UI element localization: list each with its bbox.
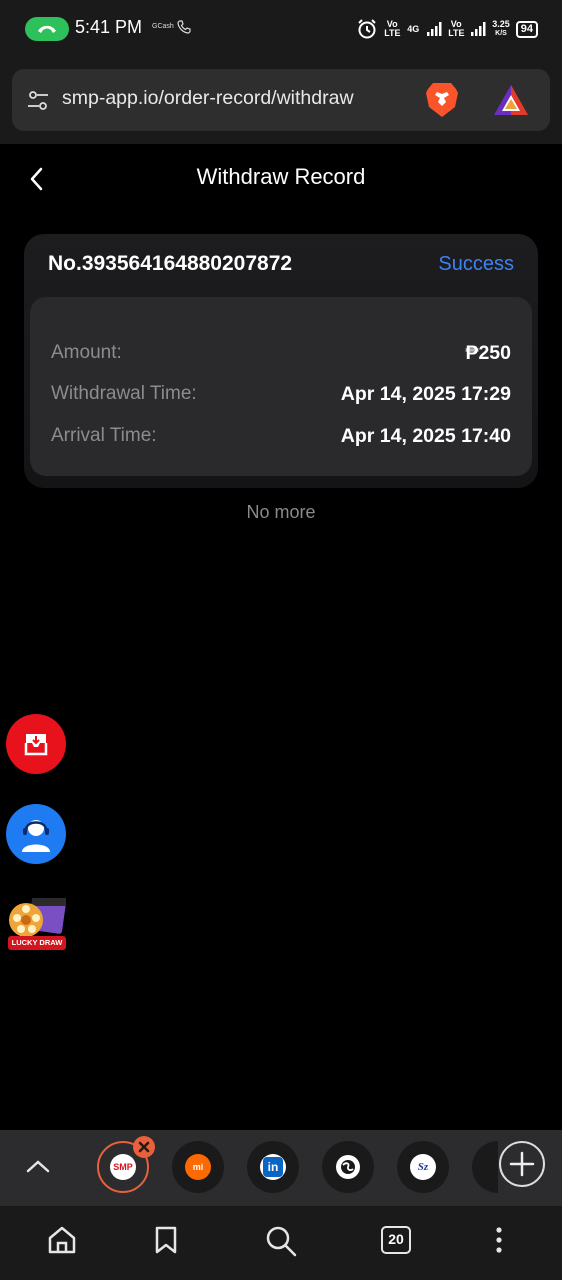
phone-icon — [177, 20, 191, 34]
withdraw-record-card[interactable]: No.393564164880207872 Success Amount: ₱2… — [24, 234, 538, 488]
lucky-draw-button[interactable]: LUCKY DRAW — [6, 896, 68, 954]
network-speed-unit: K/S — [495, 30, 507, 37]
phone-hangup-icon — [38, 25, 56, 33]
signal-icon-1 — [427, 22, 442, 36]
plus-icon — [509, 1151, 535, 1177]
alarm-icon — [358, 19, 376, 39]
withdrawal-time-label: Withdrawal Time: — [51, 383, 197, 404]
more-menu-icon[interactable] — [490, 1225, 508, 1255]
url-text[interactable]: smp-app.io/order-record/withdraw — [62, 87, 354, 110]
arrival-time-value: Apr 14, 2025 17:40 — [340, 425, 511, 447]
status-icons: Vo LTE 4G Vo LTE 3.25 K/S 94 — [356, 16, 538, 42]
close-tab-button[interactable] — [133, 1136, 155, 1158]
tab-count-button[interactable]: 20 — [381, 1226, 411, 1254]
status-badge: Success — [438, 253, 514, 275]
amount-label: Amount: — [51, 342, 122, 363]
customer-support-button[interactable] — [6, 804, 66, 864]
amount-row: Amount: ₱250 — [51, 342, 511, 372]
download-tray-icon — [24, 734, 48, 756]
ongoing-call-indicator[interactable] — [25, 17, 69, 41]
status-time: 5:41 PM — [75, 17, 143, 37]
list-end-text: No more — [246, 502, 316, 522]
close-icon — [138, 1141, 150, 1153]
order-number: No.393564164880207872 — [48, 252, 293, 275]
new-tab-button[interactable] — [499, 1141, 545, 1187]
chevron-up-icon[interactable] — [24, 1152, 52, 1180]
linkedin-logo-text: in — [263, 1157, 283, 1177]
download-app-button[interactable] — [6, 714, 66, 774]
site-settings-icon[interactable] — [26, 89, 50, 113]
network-4g-label: 4G — [407, 23, 420, 34]
globe-icon — [336, 1155, 360, 1179]
tab-thumb-partial[interactable] — [472, 1141, 498, 1193]
record-details: Amount: ₱250 Withdrawal Time: Apr 14, 20… — [30, 297, 532, 476]
arrival-time-label: Arrival Time: — [51, 425, 157, 446]
withdrawal-time-row: Withdrawal Time: Apr 14, 2025 17:29 — [51, 383, 511, 413]
status-bar: 5:41 PM GCash Vo LTE 4G Vo LTE 3.25 K/S … — [0, 0, 562, 58]
sz-logo-text: Sz — [417, 1161, 429, 1173]
notification-app-label: GCash — [152, 23, 174, 30]
network-speed-value: 3.25 — [492, 19, 510, 29]
volte-label-1: Vo LTE — [384, 19, 401, 38]
tab-switcher-strip: SMP mi in Sz — [0, 1130, 562, 1206]
amount-value: ₱250 — [465, 342, 511, 364]
page-title: Withdraw Record — [196, 164, 366, 189]
lucky-draw-label: LUCKY DRAW — [8, 936, 66, 950]
tab-thumb-linkedin[interactable]: in — [247, 1141, 299, 1193]
sz-logo-icon: Sz — [410, 1154, 436, 1180]
volte-label-2: Vo LTE — [448, 19, 465, 38]
battery-indicator: 94 — [515, 20, 538, 38]
tab-thumb-globe[interactable] — [322, 1141, 374, 1193]
tab-thumb-mi[interactable]: mi — [172, 1141, 224, 1193]
brave-rewards-icon[interactable] — [492, 83, 530, 117]
mi-logo-icon: mi — [185, 1154, 211, 1180]
brave-shields-icon[interactable] — [425, 81, 459, 119]
signal-icon-2 — [471, 22, 486, 36]
headset-support-icon — [22, 820, 50, 852]
bookmark-icon[interactable] — [153, 1225, 179, 1255]
mi-logo-text: mi — [192, 1162, 204, 1172]
tab-thumb-sz[interactable]: Sz — [397, 1141, 449, 1193]
home-icon[interactable] — [47, 1225, 77, 1255]
browser-bottom-nav: 20 — [0, 1206, 562, 1280]
browser-toolbar: smp-app.io/order-record/withdraw — [0, 58, 562, 144]
arrival-time-row: Arrival Time: Apr 14, 2025 17:40 — [51, 425, 511, 455]
network-speed: 3.25 K/S — [492, 20, 510, 38]
withdrawal-time-value: Apr 14, 2025 17:29 — [340, 383, 511, 405]
search-icon[interactable] — [265, 1225, 297, 1257]
linkedin-logo-icon: in — [260, 1154, 286, 1180]
film-reel-icon — [9, 898, 66, 937]
address-bar[interactable]: smp-app.io/order-record/withdraw — [12, 69, 550, 131]
